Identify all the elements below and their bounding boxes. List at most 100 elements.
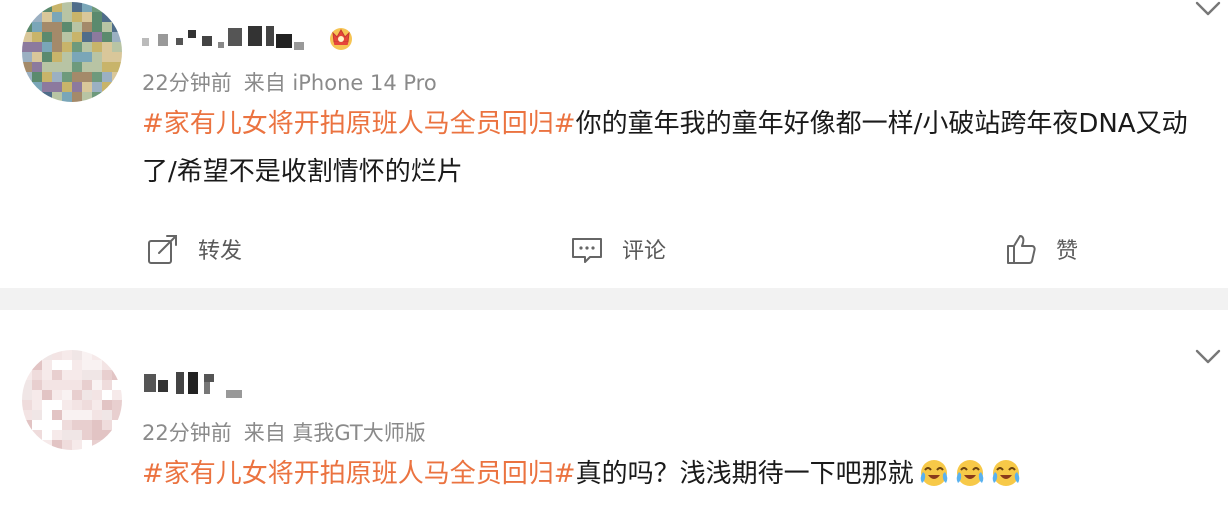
- avatar-pixel: [62, 370, 72, 380]
- avatar-pixel: [92, 410, 102, 420]
- avatar-pixel: [22, 350, 32, 360]
- avatar-pixel: [112, 400, 122, 410]
- avatar-pixel: [22, 430, 32, 440]
- avatar-pixel: [22, 440, 32, 450]
- avatar-pixel: [102, 430, 112, 440]
- post-source: 来自 真我GT大师版: [243, 421, 426, 445]
- avatar-pixel: [82, 440, 92, 450]
- avatar-pixel: [92, 400, 102, 410]
- avatar-pixel: [62, 390, 72, 400]
- avatar-pixel: [52, 400, 62, 410]
- avatar-pixel: [42, 360, 52, 370]
- avatar-pixel: [92, 360, 102, 370]
- avatar-pixel: [32, 370, 42, 380]
- post-time[interactable]: 22分钟前: [142, 421, 232, 445]
- avatar-pixel: [92, 370, 102, 380]
- avatar-pixel: [72, 420, 82, 430]
- avatar-pixel: [72, 410, 82, 420]
- avatar-pixel: [62, 360, 72, 370]
- avatar-pixel: [42, 350, 52, 360]
- avatar-pixel: [22, 380, 32, 390]
- avatar-pixel: [52, 430, 62, 440]
- avatar-pixel: [42, 380, 52, 390]
- avatar-pixel: [102, 350, 112, 360]
- avatar-pixel: [22, 410, 32, 420]
- avatar-pixel: [92, 390, 102, 400]
- avatar-pixel: [102, 360, 112, 370]
- avatar-pixel: [32, 350, 42, 360]
- avatar-pixel: [22, 360, 32, 370]
- post-text: #家有儿女将开拍原班人马全员回归#真的吗？浅浅期待一下吧那就: [142, 450, 1220, 498]
- post-meta: 22分钟前 来自 真我GT大师版: [142, 417, 426, 447]
- avatar-pixel: [82, 350, 92, 360]
- avatar-pixel: [82, 400, 92, 410]
- avatar-pixel: [82, 420, 92, 430]
- avatar-pixel: [32, 390, 42, 400]
- post-body: 真的吗？浅浅期待一下吧那就: [575, 459, 914, 489]
- chevron-down-icon[interactable]: [1194, 348, 1222, 366]
- avatar-pixel: [42, 440, 52, 450]
- avatar-pixel: [32, 420, 42, 430]
- avatar-pixel: [62, 380, 72, 390]
- avatar-pixel: [62, 350, 72, 360]
- avatar-pixel: [82, 410, 92, 420]
- avatar-pixel: [112, 410, 122, 420]
- avatar-pixel: [102, 380, 112, 390]
- avatar[interactable]: [22, 350, 122, 450]
- avatar-pixel: [32, 440, 42, 450]
- avatar-pixel: [112, 370, 122, 380]
- avatar-pixel: [112, 440, 122, 450]
- avatar-pixel: [52, 390, 62, 400]
- avatar-pixel: [112, 420, 122, 430]
- feed-post: 22分钟前 来自 真我GT大师版 #家有儿女将开拍原班人马全员回归#真的吗？浅浅期…: [0, 0, 1228, 510]
- avatar-pixel: [102, 370, 112, 380]
- avatar-pixel: [42, 400, 52, 410]
- avatar-pixel: [32, 360, 42, 370]
- avatar-pixel: [102, 410, 112, 420]
- avatar-pixel: [82, 370, 92, 380]
- avatar-pixel: [92, 440, 102, 450]
- avatar-pixel: [62, 440, 72, 450]
- avatar-pixel: [92, 420, 102, 430]
- avatar-pixel: [22, 420, 32, 430]
- avatar-pixel: [22, 400, 32, 410]
- avatar-pixel: [42, 410, 52, 420]
- avatar-pixel: [22, 370, 32, 380]
- crying-laugh-emoji: [992, 460, 1019, 486]
- avatar-pixel: [32, 430, 42, 440]
- avatar-pixel: [92, 350, 102, 360]
- avatar-pixel: [82, 430, 92, 440]
- avatar-pixel: [82, 390, 92, 400]
- avatar-pixel: [112, 360, 122, 370]
- avatar-pixel: [112, 430, 122, 440]
- avatar-pixel: [42, 420, 52, 430]
- avatar-pixel: [62, 400, 72, 410]
- avatar-pixel: [102, 440, 112, 450]
- avatar-pixel: [52, 440, 62, 450]
- avatar-pixel: [72, 430, 82, 440]
- avatar-pixel: [42, 390, 52, 400]
- avatar-pixel: [72, 390, 82, 400]
- avatar-pixel: [102, 420, 112, 430]
- avatar-pixel: [52, 380, 62, 390]
- hashtag-link[interactable]: #家有儿女将开拍原班人马全员回归#: [142, 459, 576, 489]
- avatar-pixel: [22, 390, 32, 400]
- avatar-pixel: [32, 380, 42, 390]
- avatar-pixel: [102, 390, 112, 400]
- avatar-pixel: [72, 360, 82, 370]
- avatar-pixel: [92, 430, 102, 440]
- avatar-pixel: [72, 370, 82, 380]
- avatar-pixel: [72, 400, 82, 410]
- avatar-pixel: [52, 370, 62, 380]
- avatar-pixel: [82, 360, 92, 370]
- avatar-pixel: [52, 360, 62, 370]
- crying-laugh-emoji: [956, 460, 983, 486]
- avatar-pixel: [72, 380, 82, 390]
- avatar-pixel: [82, 380, 92, 390]
- avatar-pixel: [42, 370, 52, 380]
- avatar-pixel: [52, 420, 62, 430]
- avatar-pixel: [92, 380, 102, 390]
- avatar-pixel: [62, 410, 72, 420]
- avatar-pixel: [72, 350, 82, 360]
- avatar-pixel: [32, 400, 42, 410]
